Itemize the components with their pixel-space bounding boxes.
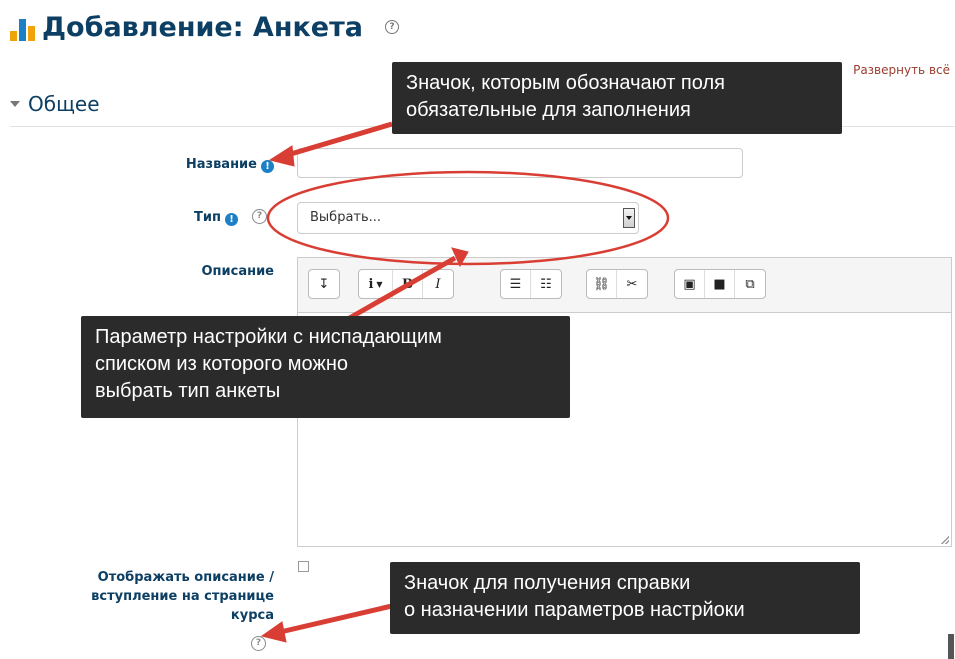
callout-line: списком из которого можно: [95, 353, 348, 375]
arrow-required: [283, 121, 393, 159]
callout-line: обязательные для заполнения: [406, 99, 691, 121]
callout-help: Значок для получения справки о назначени…: [390, 562, 860, 634]
callout-line: о назначении параметров настрйоки: [404, 599, 745, 621]
callout-line: Значок, которым обозначают поля: [406, 72, 725, 94]
arrow-dropdown: [344, 255, 457, 323]
highlight-ellipse: [266, 170, 670, 266]
callout-line: Параметр настройки с ниспадающим: [95, 326, 442, 348]
arrowhead-help-icon: [260, 621, 287, 643]
callout-line: Значок для получения справки: [404, 572, 691, 594]
arrowhead-required-icon: [268, 145, 295, 167]
callout-line: выбрать тип анкеты: [95, 380, 281, 402]
callout-required: Значок, которым обозначают поля обязател…: [392, 62, 842, 134]
arrow-help: [275, 602, 397, 636]
callout-dropdown: Параметр настройки с ниспадающим списком…: [81, 316, 570, 418]
